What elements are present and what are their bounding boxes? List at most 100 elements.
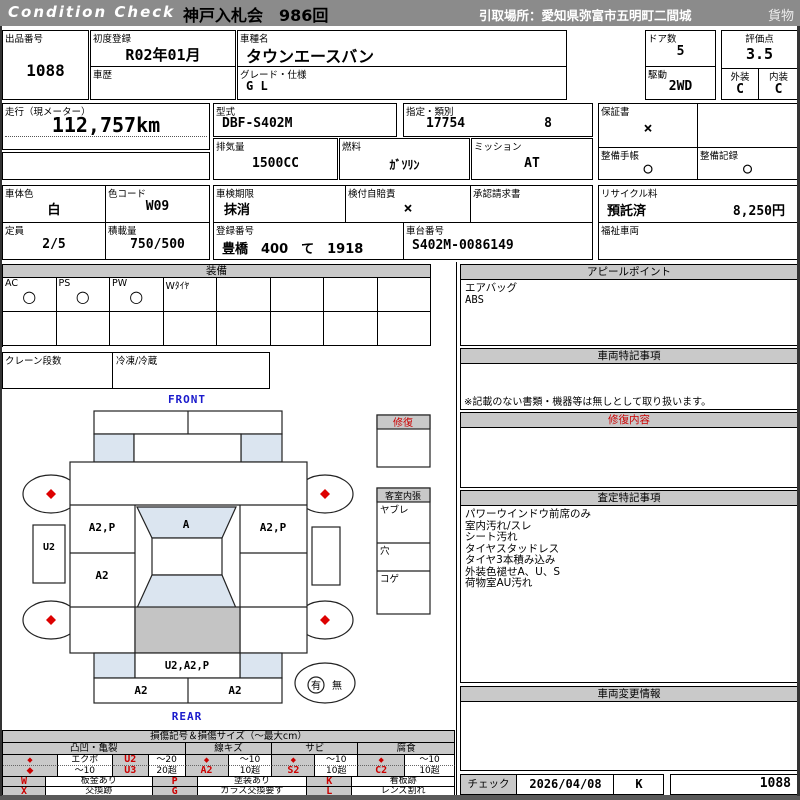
welfare-vehicle-label: 福祉車両 <box>601 226 640 237</box>
exterior-interior-cell: 外装 C 内装 C <box>721 68 798 100</box>
equipment-grid: AC ○ PS ○ PW ○ Wﾀｲﾔ <box>2 277 431 347</box>
maintenance-book-cell: 整備手帳 ○ <box>598 147 698 180</box>
roof-front <box>151 537 223 576</box>
check-inspector: K <box>635 777 643 791</box>
approval-cell: 承認請求書 <box>470 185 593 223</box>
auction-title: 神戸入札会 986回 <box>183 6 329 25</box>
assessment-line: タイヤ3本積み込み <box>465 554 556 566</box>
warranty-cell: 保証書 × <box>598 103 698 148</box>
equipment-cell-empty <box>217 312 271 346</box>
transmission-label: ミッション <box>474 142 522 153</box>
assessment-notes-header: 査定特記事項 <box>461 491 797 506</box>
hood <box>133 433 242 463</box>
legend-group-scratch: 線キズ <box>185 743 273 755</box>
model-code-value: DBF-S402M <box>222 116 293 131</box>
diamond-icon: ◆ <box>3 755 58 766</box>
interior-trim-row1: ヤブレ <box>380 504 409 516</box>
condition-check-sheet: Condition Check 神戸入札会 986回 引取場所：愛知県弥富市五明… <box>0 0 800 800</box>
front-corner-left <box>93 433 135 463</box>
equipment-cell-empty <box>324 312 378 346</box>
crane-freezer-cell: クレーン段数 冷凍/冷蔵 <box>2 352 270 389</box>
diamond-icon: ◆ <box>358 755 406 766</box>
legend-value: エクボ <box>57 755 113 766</box>
assessment-notes-body: パワーウインドウ前席のみ 室内汚れ/スレ シート汚れ タイヤスタッドレス タイヤ… <box>461 506 797 593</box>
class-number: 17754 <box>426 116 466 131</box>
check-lot-number: 1088 <box>670 774 798 795</box>
equipment-cell-ac: AC ○ <box>3 278 57 312</box>
history-cell: 車歴 <box>90 66 236 100</box>
score-value: 3.5 <box>745 45 774 63</box>
rear-window <box>136 574 237 609</box>
legend-group-dents: 凸凹・亀裂 <box>3 743 186 755</box>
front-right-door-mark: A2,P <box>260 521 287 534</box>
equipment-mark: ○ <box>22 287 37 306</box>
equipment-mark: ○ <box>75 287 90 306</box>
exterior-half: 外装 C <box>722 69 759 99</box>
mileage-extra-cell <box>2 152 210 180</box>
displacement-value: 1500CC <box>252 156 299 171</box>
vehicle-category: 貨物 <box>767 9 794 24</box>
equipment-cell-empty <box>270 312 324 346</box>
lot-number-cell: 出品番号 1088 <box>2 30 89 100</box>
class-sub-number: 8 <box>544 116 552 131</box>
front-corner-right <box>240 433 283 463</box>
transmission-cell: ミッション AT <box>471 138 593 180</box>
vehicle-notes-header: 車両特記事項 <box>461 349 797 364</box>
maintenance-record-cell: 整備記録 ○ <box>697 147 798 180</box>
inspection-label: 車検期限 <box>216 189 255 200</box>
equipment-cell-empty <box>217 278 271 312</box>
model-name-cell: 車種名 タウンエースバン <box>237 30 567 67</box>
legend-value: ～10 <box>228 755 273 766</box>
class-cell: 指定・類別 17754 8 <box>403 103 593 137</box>
diamond-icon: ◆ <box>185 755 229 766</box>
load-capacity-cell: 積載量 750/500 <box>105 222 210 260</box>
interior-label: 内装 <box>768 72 788 83</box>
rear-gate-mark: U2,A2,P <box>165 660 209 672</box>
repair-mini-title: 修復 <box>393 416 413 429</box>
legend-code-k: K <box>307 777 353 787</box>
model-code-cell: 型式 DBF-S402M <box>213 103 397 137</box>
legend-code: U2 <box>112 755 149 766</box>
damage-code-legend: W 板金あり P 塗装あり K 看板跡 X 交換跡 G ガラス交換要す L レン… <box>2 776 455 797</box>
repair-content-section: 修復内容 <box>460 412 798 488</box>
appeal-points-section: アピールポイント エアバッグ ABS <box>460 264 798 346</box>
drive-cell: 駆動 2WD <box>645 66 716 100</box>
displacement-cell: 排気量 1500CC <box>213 138 338 180</box>
windshield-mark: A <box>183 518 190 531</box>
vehicle-notes-section: 車両特記事項 ※記載のない書類・機器等は無しとして取り扱います。 <box>460 348 798 410</box>
welfare-vehicle-cell: 福祉車両 <box>598 222 798 260</box>
change-info-header: 車両変更情報 <box>461 687 797 702</box>
score-cell: 評価点 3.5 <box>721 30 798 69</box>
doors-label: ドア数 <box>648 34 677 45</box>
diamond-icon: ◆ <box>272 755 316 766</box>
assessment-line: シート汚れ <box>465 531 518 543</box>
equipment-cell-empty <box>163 312 217 346</box>
legend-title: 損傷記号＆損傷サイズ（～最大cm） <box>3 731 455 743</box>
transmission-value: AT <box>524 156 540 171</box>
lot-number-label: 出品番号 <box>5 34 44 45</box>
color-code-cell: 色コード W09 <box>105 185 210 223</box>
insurance-value: × <box>403 199 413 217</box>
check-row: チェック 2026/04/08 K <box>460 774 664 795</box>
maintenance-book-value: ○ <box>643 159 653 177</box>
rear-corner-left <box>93 652 136 679</box>
cargo-roof <box>134 606 241 654</box>
exterior-label: 外装 <box>730 72 750 83</box>
doors-cell: ドア数 5 <box>645 30 716 67</box>
legend-value: ～10 <box>315 755 359 766</box>
equipment-cell-empty <box>3 312 57 346</box>
inspection-value: 抹消 <box>224 203 251 218</box>
recycle-status-value: 預託済 <box>607 204 647 219</box>
color-code-label: 色コード <box>108 189 147 200</box>
presence-no: 無 <box>332 679 342 692</box>
capacity-label: 定員 <box>5 226 25 237</box>
chassis-number-cell: 車台番号 S402M-0086149 <box>403 222 593 260</box>
registration-number-label: 登録番号 <box>216 226 255 237</box>
equipment-header: 装備 <box>2 264 431 278</box>
legend-value: ～10 <box>405 755 455 766</box>
doors-value: 5 <box>676 44 685 59</box>
capacity-cell: 定員 2/5 <box>2 222 106 260</box>
page-edge-left <box>0 26 2 796</box>
interior-value: C <box>774 82 783 97</box>
repair-content-header: 修復内容 <box>461 413 797 428</box>
